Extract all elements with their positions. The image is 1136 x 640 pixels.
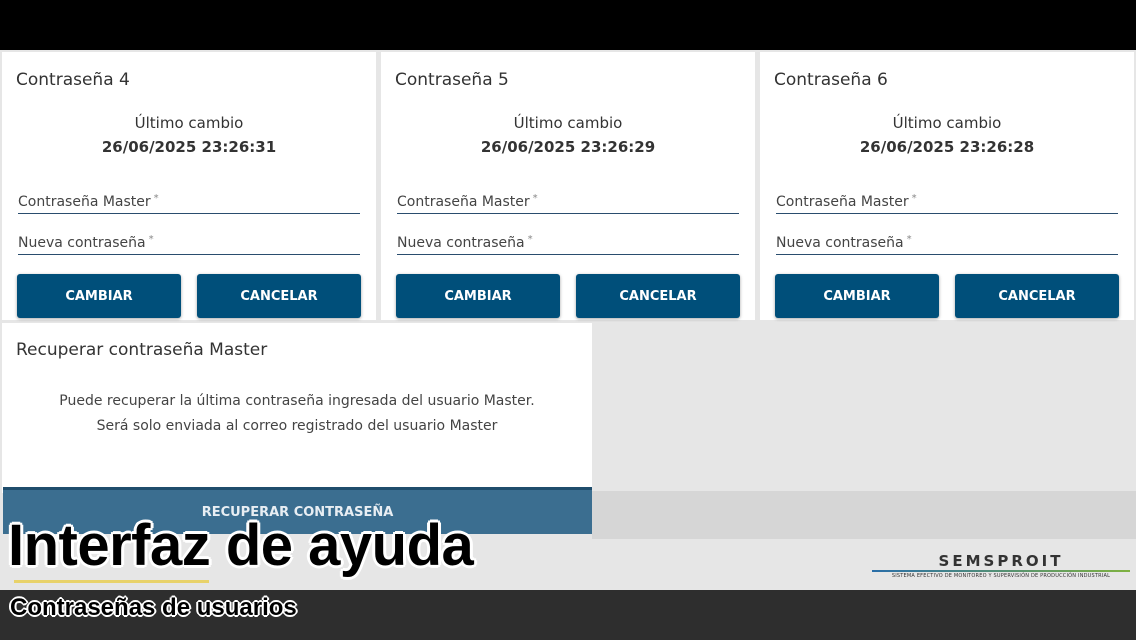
change-button[interactable]: CAMBIAR (396, 274, 560, 318)
card-title: Contraseña 5 (395, 70, 509, 90)
master-password-field[interactable]: Contraseña Master * (397, 190, 739, 214)
new-password-field[interactable]: Nueva contraseña * (18, 231, 360, 255)
recover-strip (592, 491, 1136, 539)
logo-name: SEMSPROIT (938, 552, 1064, 570)
overlay-subtitle: Contraseñas de usuarios (10, 594, 297, 621)
recover-master-card: Recuperar contraseña Master Puede recupe… (2, 323, 592, 493)
password-card-5: Contraseña 5 Último cambio 26/06/2025 23… (381, 52, 755, 320)
master-password-field[interactable]: Contraseña Master * (18, 190, 360, 214)
change-button[interactable]: CAMBIAR (17, 274, 181, 318)
card-title: Contraseña 6 (774, 70, 888, 90)
required-mark: * (911, 193, 917, 204)
new-password-label: Nueva contraseña (397, 235, 525, 251)
master-password-field[interactable]: Contraseña Master * (776, 190, 1118, 214)
overlay-title: Interfaz de ayuda (8, 513, 474, 578)
required-mark: * (153, 193, 159, 204)
change-button[interactable]: CAMBIAR (775, 274, 939, 318)
recover-description-line-2: Será solo enviada al correo registrado d… (96, 418, 498, 434)
recover-title: Recuperar contraseña Master (16, 340, 268, 360)
master-password-label: Contraseña Master (397, 194, 530, 210)
recover-description-line-1: Puede recuperar la última contraseña ing… (59, 393, 535, 409)
master-password-label: Contraseña Master (18, 194, 151, 210)
required-mark: * (532, 193, 538, 204)
last-change-date: 26/06/2025 23:26:28 (859, 138, 1035, 156)
logo-tagline: SISTEMA EFECTIVO DE MONITOREO Y SUPERVIS… (891, 573, 1111, 579)
logo-divider (872, 570, 1130, 572)
required-mark: * (527, 234, 533, 245)
new-password-field[interactable]: Nueva contraseña * (397, 231, 739, 255)
top-black-bar (0, 0, 1136, 50)
last-change-label: Último cambio (892, 114, 1002, 132)
required-mark: * (906, 234, 912, 245)
semsproit-logo: SEMSPROIT SISTEMA EFECTIVO DE MONITOREO … (872, 552, 1130, 582)
new-password-label: Nueva contraseña (776, 235, 904, 251)
master-password-label: Contraseña Master (776, 194, 909, 210)
last-change-label: Último cambio (134, 114, 244, 132)
card-title: Contraseña 4 (16, 70, 130, 90)
new-password-label: Nueva contraseña (18, 235, 146, 251)
last-change-date: 26/06/2025 23:26:29 (480, 138, 656, 156)
required-mark: * (148, 234, 154, 245)
cancel-button[interactable]: CANCELAR (197, 274, 361, 318)
new-password-field[interactable]: Nueva contraseña * (776, 231, 1118, 255)
caption-accent-line (14, 580, 209, 583)
password-card-4: Contraseña 4 Último cambio 26/06/2025 23… (2, 52, 376, 320)
last-change-date: 26/06/2025 23:26:31 (101, 138, 277, 156)
last-change-label: Último cambio (513, 114, 623, 132)
cancel-button[interactable]: CANCELAR (955, 274, 1119, 318)
password-card-6: Contraseña 6 Último cambio 26/06/2025 23… (760, 52, 1134, 320)
cancel-button[interactable]: CANCELAR (576, 274, 740, 318)
